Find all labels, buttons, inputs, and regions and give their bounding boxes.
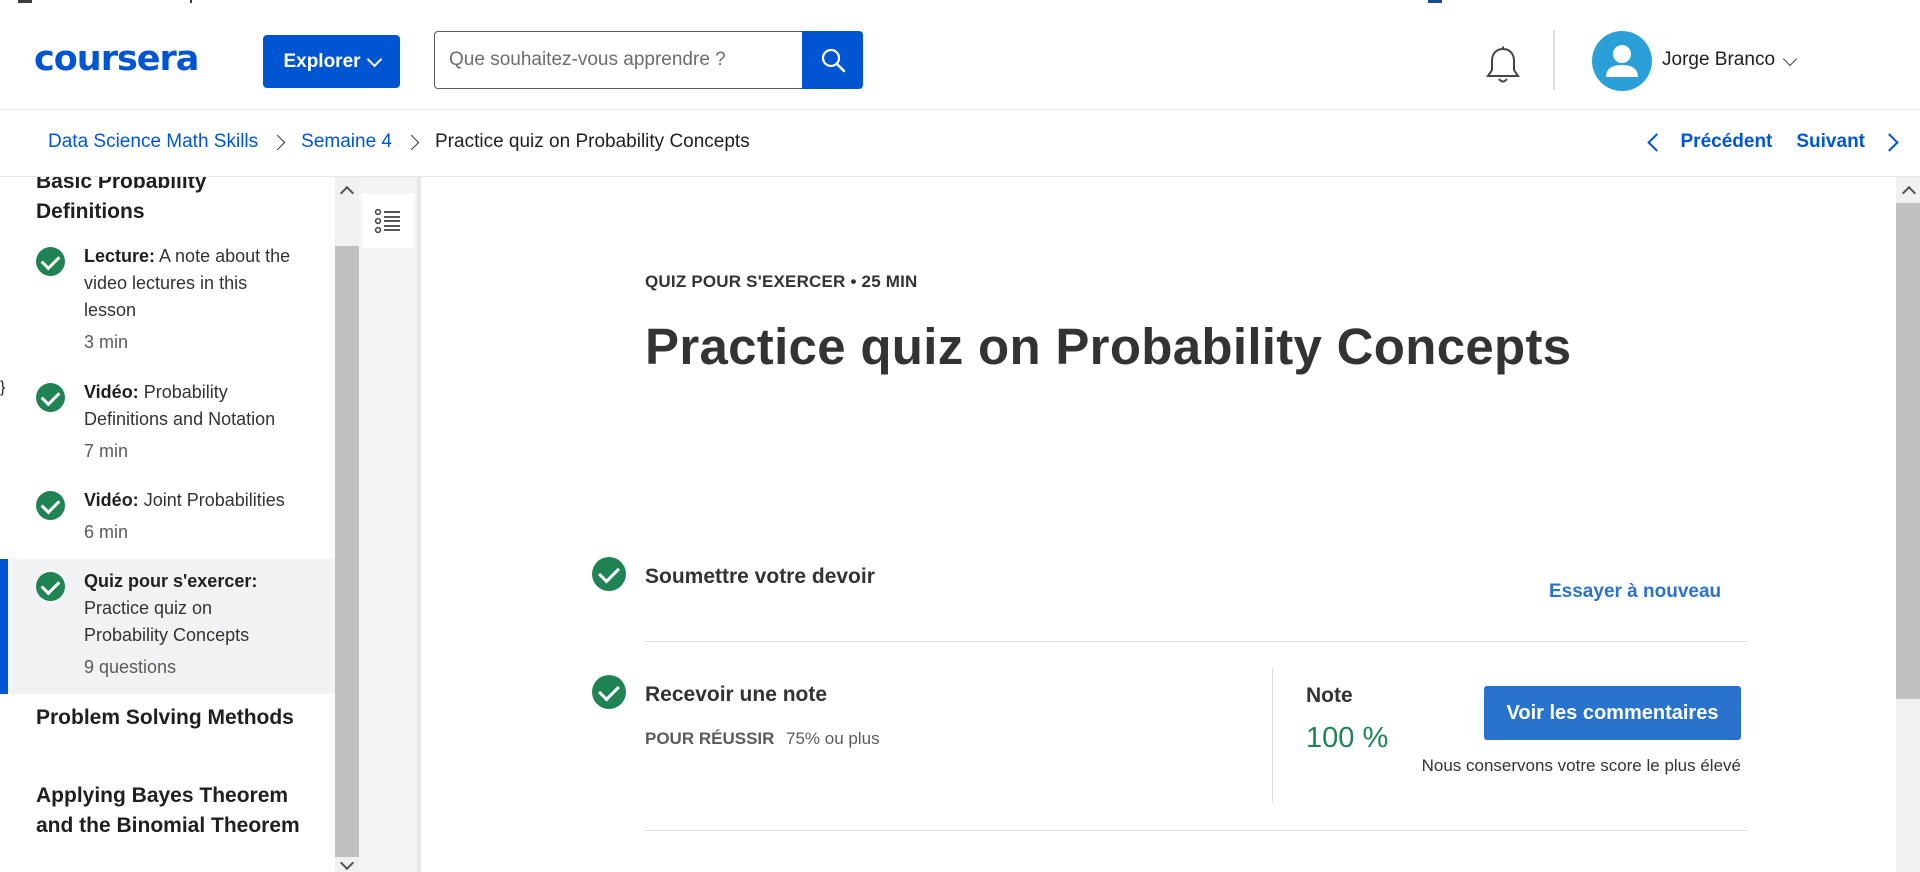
checkmark-icon [592,675,626,709]
breadcrumb-bar: Data Science Math Skills Semaine 4 Pract… [0,110,1920,177]
checkmark-icon [36,247,65,276]
active-indicator [0,559,8,694]
top-header: coursera Explorer Jorge Branco [0,12,1920,110]
grade-step-title: Recevoir une note [645,683,828,706]
item-kind: Quiz pour s'exercer: [84,571,258,591]
divider [645,641,1747,642]
search-button[interactable] [802,31,863,89]
checkmark-icon [592,557,626,591]
sidebar-item-lecture-note[interactable]: Lecture: A note about the video lectures… [0,243,335,361]
grade-value: 100 % [1306,722,1389,754]
chevron-down-icon [366,51,382,67]
checkmark-icon [36,572,65,601]
previous-button[interactable]: Précédent [1681,131,1773,153]
search-icon [821,48,845,73]
prev-next-nav: Précédent Suivant [1646,131,1899,153]
item-duration: 9 questions [84,657,177,677]
explore-button[interactable]: Explorer [263,35,400,88]
retry-button[interactable]: Essayer à nouveau [1549,581,1721,603]
chevron-down-icon[interactable] [1782,51,1798,67]
pass-requirement-value: 75% ou plus [786,729,880,748]
highest-score-note: Nous conservons votre score le plus élev… [1421,756,1741,775]
sidebar-section-bayes[interactable]: Applying Bayes Theorem and the Binomial … [36,781,306,841]
page-title: Practice quiz on Probability Concepts [645,318,1572,375]
user-name[interactable]: Jorge Branco [1662,49,1775,71]
item-duration: 7 min [84,441,129,461]
item-kind: Vidéo: [84,382,139,402]
view-feedback-button[interactable]: Voir les commentaires [1484,686,1741,740]
sidebar-toggle-panel [359,177,421,872]
divider [645,830,1747,831]
main-scrollbar-thumb[interactable] [1896,203,1920,699]
grade-label: Note [1306,684,1353,707]
explore-label: Explorer [283,50,361,72]
course-sidebar: Basic Probability Definitions Lecture: A… [0,177,335,872]
next-button[interactable]: Suivant [1796,131,1865,153]
breadcrumb-week-link[interactable]: Semaine 4 [301,131,392,153]
chevron-right-icon [403,134,420,150]
search-input[interactable] [435,32,789,88]
sidebar-scrollbar-thumb[interactable] [335,246,359,857]
breadcrumb: Data Science Math Skills Semaine 4 Pract… [48,131,750,153]
breadcrumb-current: Practice quiz on Probability Concepts [435,131,750,152]
search-box [434,31,802,89]
header-divider [1553,30,1555,90]
pass-requirement-label: POUR RÉUSSIR [645,729,775,748]
sidebar-item-probability-definitions[interactable]: Vidéo: Probability Definitions and Notat… [0,379,335,469]
vertical-divider [1272,668,1273,803]
user-icon [1606,45,1638,77]
item-title: Practice quiz on Probability Concepts [84,598,250,645]
bell-icon [1486,46,1520,83]
item-duration: 3 min [84,332,129,352]
breadcrumb-course-link[interactable]: Data Science Math Skills [48,131,258,153]
sidebar-item-joint-probabilities[interactable]: Vidéo: Joint Probabilities 6 min [0,487,335,552]
sidebar-item-practice-quiz[interactable]: Quiz pour s'exercer: Practice quiz on Pro… [0,559,335,694]
checkmark-icon [36,383,65,412]
item-kicker: QUIZ POUR S'EXERCER • 25 MIN [645,272,918,291]
chevron-left-icon[interactable] [1646,132,1666,152]
list-icon [374,208,400,234]
chevron-right-icon [269,134,286,150]
sidebar-section-problem-solving[interactable]: Problem Solving Methods [36,703,306,733]
sidebar-section-title[interactable]: Basic Probability Definitions [36,177,306,227]
item-title: Joint Probabilities [143,490,285,510]
coursera-logo[interactable]: coursera [34,39,199,79]
view-feedback-label: Voir les commentaires [1506,701,1719,724]
avatar[interactable] [1592,31,1652,91]
submit-step-title: Soumettre votre devoir [645,565,875,588]
chevron-right-icon[interactable] [1880,132,1899,152]
toggle-outline-button[interactable] [362,194,414,248]
checkmark-icon [36,491,65,520]
item-kind: Vidéo: [84,490,139,510]
item-duration: 6 min [84,522,129,542]
notifications-button[interactable] [1484,46,1522,91]
item-kind: Lecture: [84,246,156,266]
